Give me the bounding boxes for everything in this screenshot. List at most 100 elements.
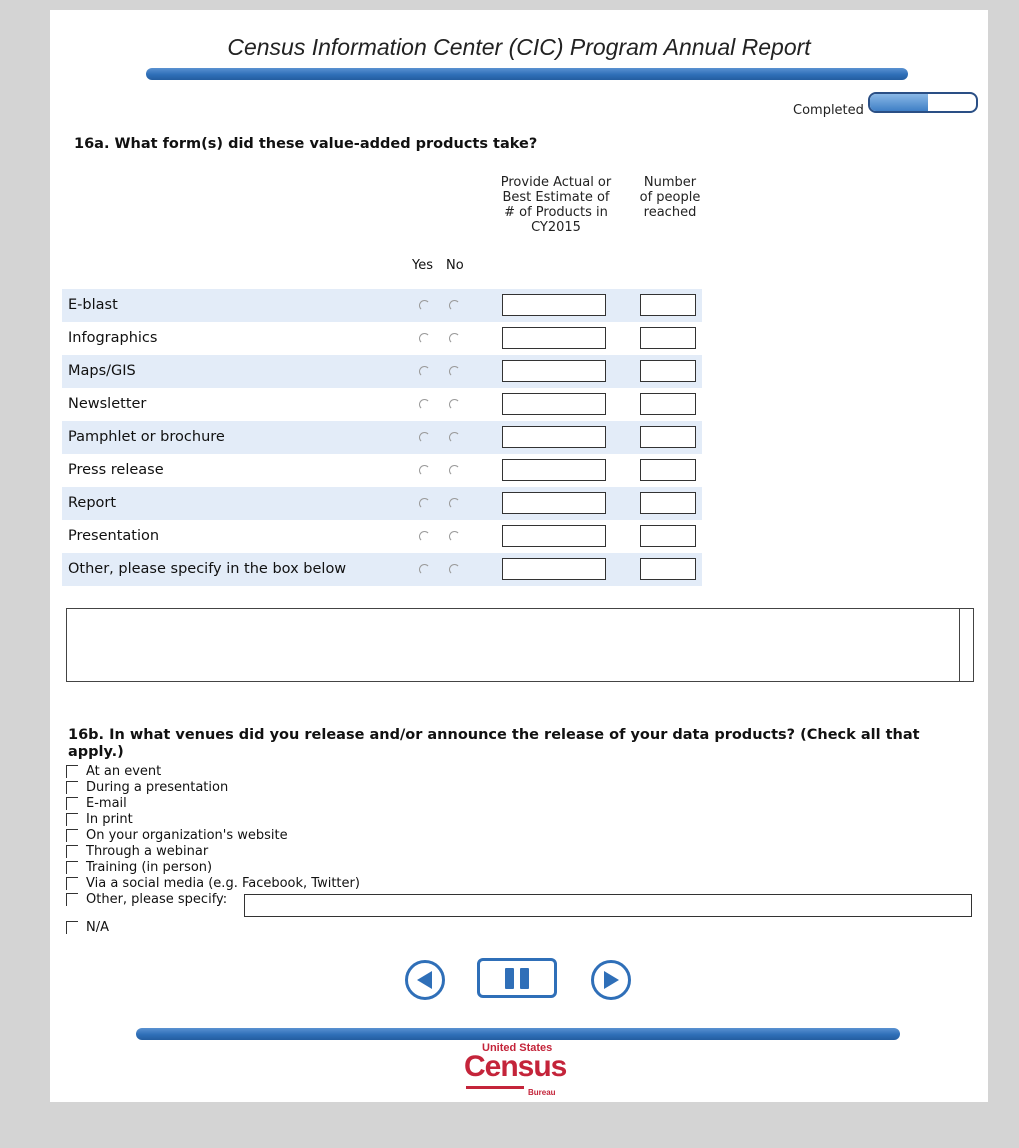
- venue-checkbox[interactable]: [66, 921, 78, 934]
- products-count-input[interactable]: [502, 360, 606, 382]
- no-radio[interactable]: [449, 531, 460, 542]
- survey-page: Census Information Center (CIC) Program …: [50, 10, 988, 1102]
- products-count-input[interactable]: [502, 327, 606, 349]
- question-16a: 16a. What form(s) did these value-added …: [74, 136, 538, 152]
- yes-radio[interactable]: [419, 531, 430, 542]
- venue-label: On your organization's website: [86, 828, 288, 843]
- footer-divider-bar: [136, 1028, 900, 1040]
- navigation-controls: [405, 958, 645, 1002]
- yes-radio[interactable]: [419, 399, 430, 410]
- no-radio[interactable]: [449, 333, 460, 344]
- people-reached-input[interactable]: [640, 360, 696, 382]
- table-row: Newsletter: [62, 388, 702, 421]
- venue-label: In print: [86, 812, 133, 827]
- yes-radio[interactable]: [419, 564, 430, 575]
- header-divider-bar: [146, 68, 908, 80]
- row-label: Infographics: [68, 330, 158, 346]
- pause-icon: [505, 968, 529, 989]
- table-row: Presentation: [62, 520, 702, 553]
- no-radio[interactable]: [449, 300, 460, 311]
- list-item: Via a social media (e.g. Facebook, Twitt…: [64, 876, 974, 892]
- progress-bar: [868, 92, 978, 113]
- products-count-input[interactable]: [502, 525, 606, 547]
- list-item: Training (in person): [64, 860, 974, 876]
- arrow-left-icon: [417, 971, 432, 989]
- textarea-scrollbar[interactable]: [959, 609, 973, 681]
- venue-checkbox[interactable]: [66, 845, 78, 858]
- list-item: On your organization's website: [64, 828, 974, 844]
- no-radio[interactable]: [449, 465, 460, 476]
- row-label: Other, please specify in the box below: [68, 561, 347, 577]
- next-button[interactable]: [591, 960, 631, 1000]
- venue-checkbox[interactable]: [66, 797, 78, 810]
- pause-button[interactable]: [477, 958, 557, 998]
- previous-button[interactable]: [405, 960, 445, 1000]
- people-reached-input[interactable]: [640, 459, 696, 481]
- no-radio[interactable]: [449, 564, 460, 575]
- products-count-input[interactable]: [502, 492, 606, 514]
- list-item: In print: [64, 812, 974, 828]
- people-reached-input[interactable]: [640, 492, 696, 514]
- yes-radio[interactable]: [419, 333, 430, 344]
- column-header-yes: Yes: [412, 258, 433, 273]
- progress-label: Completed: [793, 103, 864, 118]
- no-radio[interactable]: [449, 498, 460, 509]
- table-row: Maps/GIS: [62, 355, 702, 388]
- products-count-input[interactable]: [502, 426, 606, 448]
- row-label: Report: [68, 495, 117, 511]
- products-count-input[interactable]: [502, 459, 606, 481]
- yes-radio[interactable]: [419, 432, 430, 443]
- no-radio[interactable]: [449, 366, 460, 377]
- products-count-input[interactable]: [502, 393, 606, 415]
- venue-checkbox[interactable]: [66, 893, 78, 906]
- column-header-people-reached: Number of people reached: [639, 175, 701, 220]
- venue-label: E-mail: [86, 796, 127, 811]
- products-count-input[interactable]: [502, 294, 606, 316]
- row-label: Presentation: [68, 528, 160, 544]
- people-reached-input[interactable]: [640, 327, 696, 349]
- page-title: Census Information Center (CIC) Program …: [227, 34, 811, 60]
- question-16b: 16b. In what venues did you release and/…: [68, 727, 920, 760]
- venue-label: At an event: [86, 764, 162, 779]
- yes-radio[interactable]: [419, 300, 430, 311]
- other-venue-input[interactable]: [244, 894, 972, 917]
- venue-label: During a presentation: [86, 780, 229, 795]
- venue-checkbox[interactable]: [66, 813, 78, 826]
- row-label: Maps/GIS: [68, 363, 136, 379]
- census-bureau-logo: United States Census Bureau: [454, 1040, 584, 1100]
- people-reached-input[interactable]: [640, 525, 696, 547]
- yes-radio[interactable]: [419, 366, 430, 377]
- venue-label: Training (in person): [86, 860, 213, 875]
- list-item: Other, please specify:: [64, 892, 974, 918]
- venue-checkbox[interactable]: [66, 829, 78, 842]
- table-row: Pamphlet or brochure: [62, 421, 702, 454]
- no-radio[interactable]: [449, 399, 460, 410]
- venue-checkbox[interactable]: [66, 861, 78, 874]
- yes-radio[interactable]: [419, 465, 430, 476]
- people-reached-input[interactable]: [640, 294, 696, 316]
- venue-label: Via a social media (e.g. Facebook, Twitt…: [86, 876, 360, 891]
- people-reached-input[interactable]: [640, 426, 696, 448]
- list-item: N/A: [64, 920, 974, 936]
- logo-stripe: [466, 1086, 524, 1089]
- products-count-input[interactable]: [502, 558, 606, 580]
- list-item: At an event: [64, 764, 974, 780]
- yes-radio[interactable]: [419, 498, 430, 509]
- progress-fill: [870, 94, 929, 111]
- venue-checkbox[interactable]: [66, 877, 78, 890]
- arrow-right-icon: [604, 971, 619, 989]
- venue-label: N/A: [86, 920, 109, 935]
- venue-checklist: At an event During a presentation E-mail…: [64, 764, 974, 936]
- other-specify-textarea[interactable]: [66, 608, 974, 682]
- people-reached-input[interactable]: [640, 393, 696, 415]
- venue-checkbox[interactable]: [66, 765, 78, 778]
- row-label: E-blast: [68, 297, 118, 313]
- row-label: Press release: [68, 462, 164, 478]
- no-radio[interactable]: [449, 432, 460, 443]
- product-form-table: E-blast Infographics Maps/GIS Newsletter: [62, 289, 702, 586]
- row-label: Newsletter: [68, 396, 147, 412]
- list-item: Through a webinar: [64, 844, 974, 860]
- people-reached-input[interactable]: [640, 558, 696, 580]
- venue-checkbox[interactable]: [66, 781, 78, 794]
- logo-main-text: Census: [464, 1050, 567, 1083]
